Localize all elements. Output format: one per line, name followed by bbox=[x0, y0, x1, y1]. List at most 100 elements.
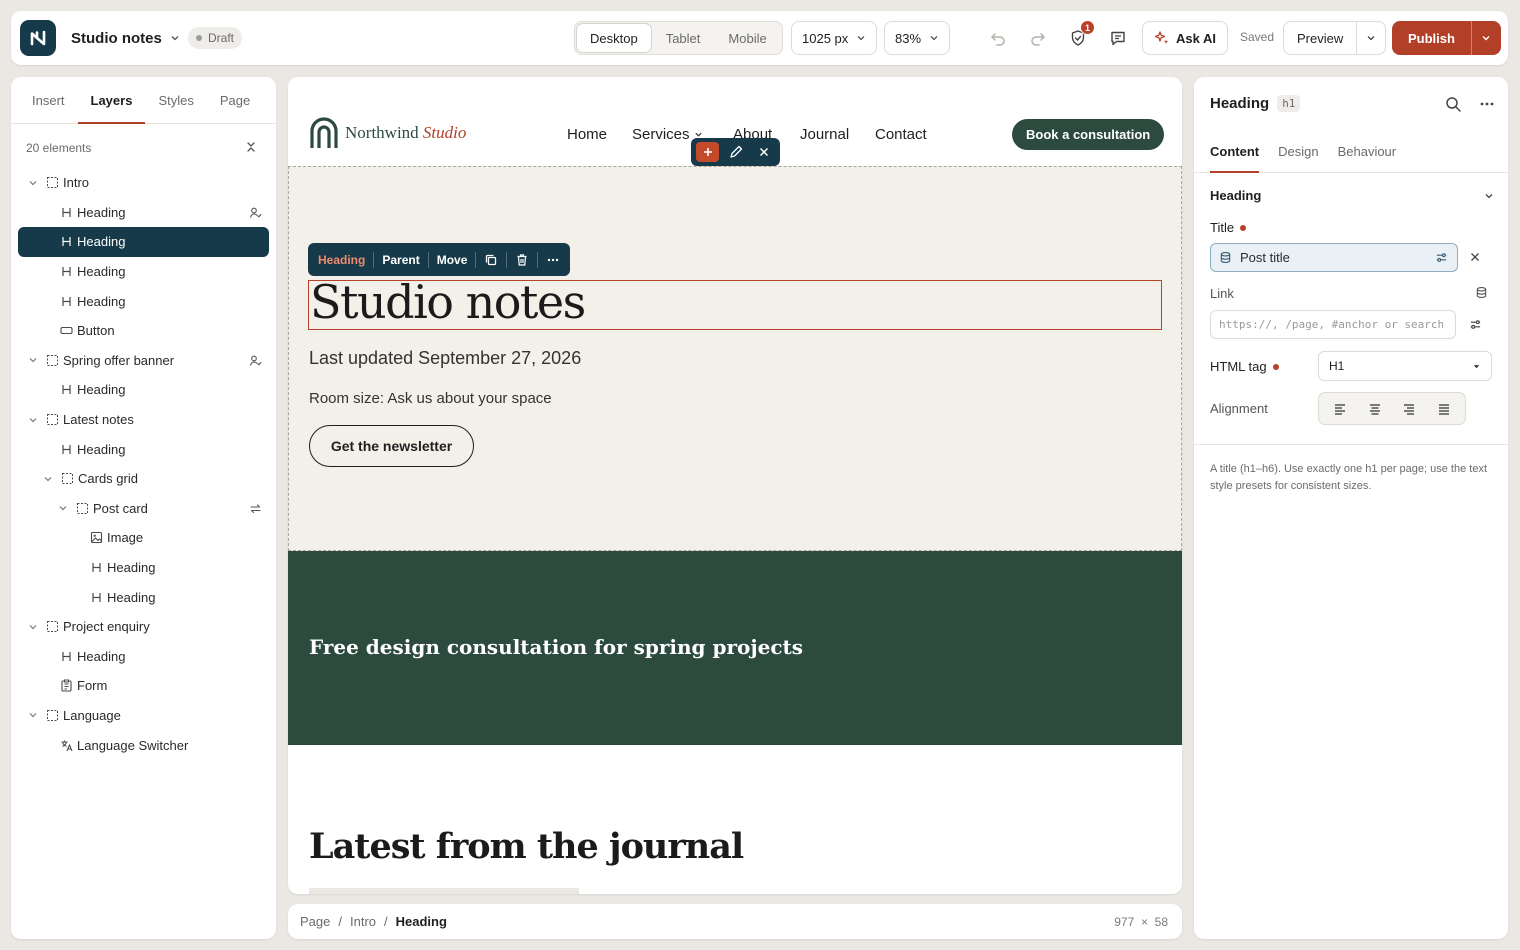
nav-home[interactable]: Home bbox=[567, 126, 607, 143]
layer-container[interactable]: Spring offer banner bbox=[18, 346, 269, 376]
user-check-icon[interactable] bbox=[249, 206, 262, 219]
banner-heading[interactable]: Free design consultation for spring proj… bbox=[309, 635, 803, 659]
device-tablet[interactable]: Tablet bbox=[653, 24, 714, 52]
layer-heading[interactable]: Heading bbox=[18, 553, 269, 583]
link-settings-icon[interactable] bbox=[1469, 318, 1482, 331]
layer-image[interactable]: Image bbox=[18, 523, 269, 553]
more-options-button[interactable] bbox=[540, 250, 566, 270]
device-desktop[interactable]: Desktop bbox=[577, 24, 651, 52]
heading-section-toggle[interactable]: Heading bbox=[1210, 188, 1494, 203]
breadcrumb-intro[interactable]: Intro bbox=[350, 914, 376, 929]
tab-design[interactable]: Design bbox=[1278, 130, 1318, 172]
chevron-down-icon[interactable] bbox=[28, 178, 38, 188]
newsletter-button[interactable]: Get the newsletter bbox=[309, 425, 474, 467]
clear-icon[interactable] bbox=[1469, 251, 1481, 263]
app-logo[interactable] bbox=[20, 20, 56, 56]
loop-icon[interactable] bbox=[249, 502, 262, 515]
database-icon[interactable] bbox=[1475, 286, 1488, 299]
close-icon[interactable] bbox=[756, 144, 772, 160]
chevron-down-icon[interactable] bbox=[28, 622, 38, 632]
layer-heading[interactable]: Heading bbox=[18, 257, 269, 287]
select-parent-button[interactable]: Parent bbox=[376, 250, 425, 270]
latest-notes-heading[interactable]: Latest from the journal bbox=[309, 826, 744, 867]
layer-heading[interactable]: Heading bbox=[18, 227, 269, 257]
tab-content[interactable]: Content bbox=[1210, 130, 1260, 173]
alignment-label: Alignment bbox=[1210, 401, 1268, 416]
user-check-icon[interactable] bbox=[249, 354, 262, 367]
dynamic-settings-icon[interactable] bbox=[1435, 251, 1448, 264]
element-size: 977 × 58 bbox=[1114, 914, 1168, 929]
layer-heading[interactable]: Heading bbox=[18, 286, 269, 316]
tab-page[interactable]: Page bbox=[207, 77, 263, 123]
element-type-label[interactable]: Heading bbox=[312, 250, 371, 270]
title-field[interactable]: Post title bbox=[1210, 243, 1458, 272]
layer-container[interactable]: Intro bbox=[18, 168, 269, 198]
layer-container[interactable]: Cards grid bbox=[18, 464, 269, 494]
spring-offer-banner[interactable]: Free design consultation for spring proj… bbox=[288, 551, 1182, 745]
tab-styles[interactable]: Styles bbox=[145, 77, 206, 123]
publish-button[interactable]: Publish bbox=[1392, 21, 1472, 55]
add-section-button[interactable] bbox=[696, 142, 719, 162]
chevron-down-icon[interactable] bbox=[28, 415, 38, 425]
notifications-button[interactable]: 1 bbox=[1064, 20, 1095, 52]
layer-container[interactable]: Language bbox=[18, 701, 269, 731]
undo-button[interactable] bbox=[984, 24, 1012, 52]
chevron-down-icon[interactable] bbox=[43, 474, 53, 484]
redo-button[interactable] bbox=[1024, 24, 1052, 52]
layer-container[interactable]: Project enquiry bbox=[18, 612, 269, 642]
link-input[interactable]: https://, /page, #anchor or search bbox=[1210, 310, 1456, 339]
canvas-width-select[interactable]: 1025 px bbox=[791, 21, 878, 55]
room-size-text[interactable]: Room size: Ask us about your space bbox=[309, 390, 552, 407]
align-right-icon[interactable] bbox=[1402, 402, 1416, 416]
top-toolbar: Studio notes Draft Desktop Tablet Mobile… bbox=[11, 11, 1508, 65]
delete-button[interactable] bbox=[509, 250, 535, 270]
nav-journal[interactable]: Journal bbox=[800, 126, 849, 143]
chevron-down-icon[interactable] bbox=[28, 710, 38, 720]
pencil-icon[interactable] bbox=[728, 144, 744, 160]
align-center-icon[interactable] bbox=[1368, 402, 1382, 416]
hero-title[interactable]: Studio notes bbox=[310, 275, 586, 329]
container-icon bbox=[47, 709, 58, 721]
notification-count: 1 bbox=[1080, 20, 1095, 35]
preview-button[interactable]: Preview bbox=[1284, 22, 1358, 54]
layer-button[interactable]: Button bbox=[18, 316, 269, 346]
chevron-down-icon[interactable] bbox=[28, 355, 38, 365]
duplicate-button[interactable] bbox=[478, 250, 504, 270]
required-dot bbox=[1240, 224, 1247, 231]
layer-heading[interactable]: Heading bbox=[18, 434, 269, 464]
ask-ai-button[interactable]: Ask AI bbox=[1142, 21, 1228, 55]
comments-button[interactable] bbox=[1104, 24, 1132, 52]
site-title-menu[interactable]: Studio notes bbox=[71, 27, 180, 49]
tab-insert[interactable]: Insert bbox=[19, 77, 78, 123]
move-button[interactable]: Move bbox=[431, 250, 474, 270]
nav-contact[interactable]: Contact bbox=[875, 126, 927, 143]
layer-label: Heading bbox=[77, 293, 126, 309]
layer-heading[interactable]: Heading bbox=[18, 582, 269, 612]
layer-heading[interactable]: Heading bbox=[18, 198, 269, 228]
breadcrumb-page[interactable]: Page bbox=[300, 914, 330, 929]
book-consultation-button[interactable]: Book a consultation bbox=[1012, 119, 1165, 150]
collapse-all-icon[interactable] bbox=[244, 140, 258, 154]
publish-options-button[interactable] bbox=[1472, 21, 1501, 55]
zoom-select[interactable]: 83% bbox=[884, 21, 951, 55]
align-justify-icon[interactable] bbox=[1437, 402, 1451, 416]
button-icon bbox=[60, 327, 73, 335]
layer-heading[interactable]: Heading bbox=[18, 375, 269, 405]
align-left-icon[interactable] bbox=[1333, 402, 1347, 416]
device-mobile[interactable]: Mobile bbox=[715, 24, 779, 52]
tab-layers[interactable]: Layers bbox=[77, 77, 146, 124]
layer-container[interactable]: Latest notes bbox=[18, 405, 269, 435]
chevron-down-icon[interactable] bbox=[58, 503, 68, 513]
layer-heading[interactable]: Heading bbox=[18, 642, 269, 672]
html-tag-select[interactable]: H1 bbox=[1318, 351, 1492, 381]
site-brand[interactable]: Northwind Studio bbox=[310, 117, 466, 149]
layer-form[interactable]: Form bbox=[18, 671, 269, 701]
layer-language[interactable]: Language Switcher bbox=[18, 730, 269, 760]
search-icon[interactable] bbox=[1444, 95, 1462, 113]
more-icon[interactable] bbox=[1478, 95, 1496, 113]
tab-behaviour[interactable]: Behaviour bbox=[1338, 130, 1397, 172]
preview-options-button[interactable] bbox=[1357, 22, 1385, 54]
section-toolbar bbox=[691, 138, 780, 166]
layer-container[interactable]: Post card bbox=[18, 494, 269, 524]
last-updated-text[interactable]: Last updated September 27, 2026 bbox=[309, 348, 581, 369]
